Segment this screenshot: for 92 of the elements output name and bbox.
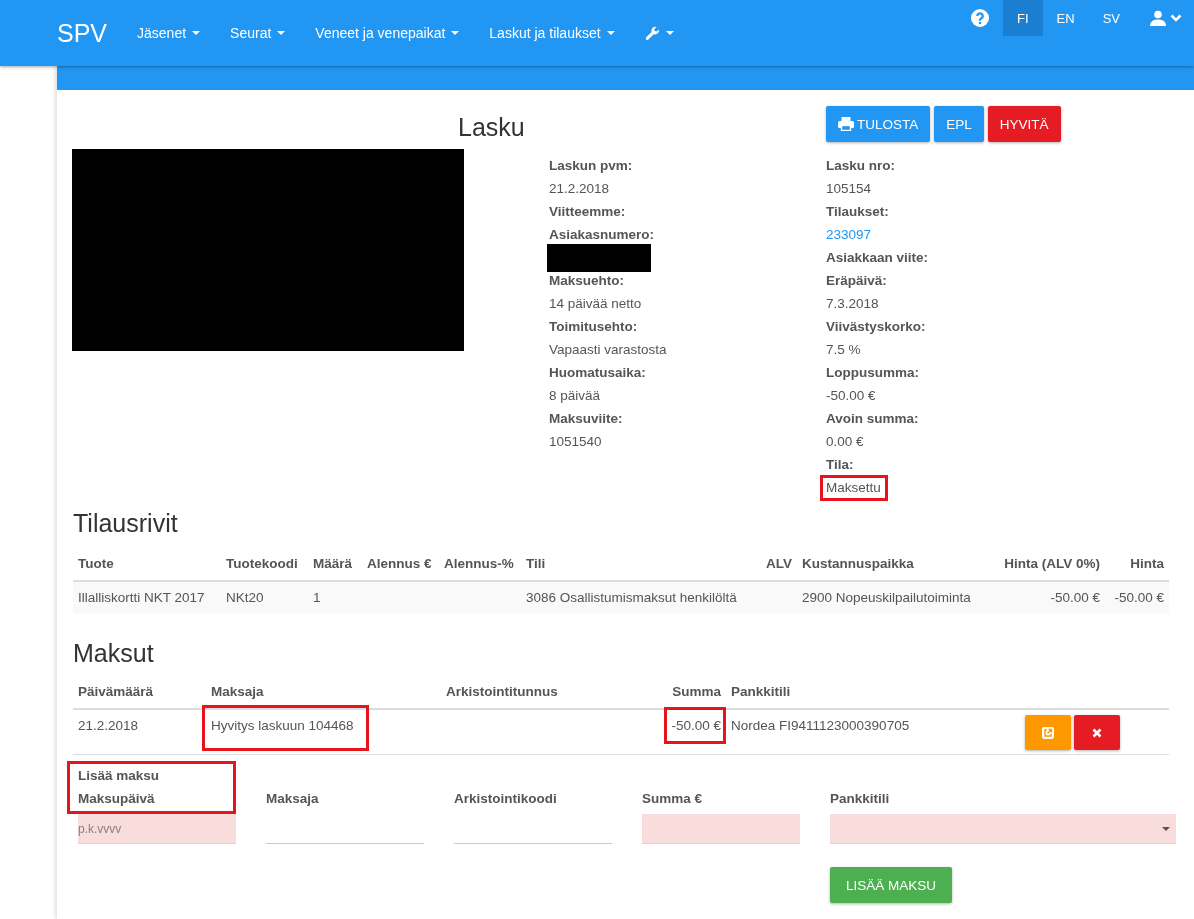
nav-menu[interactable]: Veneet ja venepaikat <box>300 0 475 66</box>
field-label: Maksuehto: <box>549 272 624 290</box>
wrench-icon <box>644 25 660 41</box>
field-label: Asiakasnumero: <box>549 226 655 244</box>
payment-amount: -50.00 € <box>671 718 721 733</box>
nav-menu[interactable]: Seurat <box>215 0 301 66</box>
field-label: Viivästyskorko: <box>826 318 926 336</box>
brand-link[interactable]: SPV <box>42 0 123 66</box>
payment-date: 21.2.2018 <box>78 718 139 734</box>
field-value: 8 päivää <box>549 387 601 405</box>
field-value: 105154 <box>826 180 872 198</box>
column-header: Arkistointitunnus <box>446 684 558 699</box>
caret-icon <box>192 31 201 35</box>
field-label: Pankkitili <box>830 791 890 806</box>
printer-icon <box>838 117 854 131</box>
chevron-down-icon <box>1170 14 1182 22</box>
caret-icon <box>606 31 615 35</box>
field-label: Huomatusaika: <box>549 364 646 382</box>
column-header: Alennus € <box>367 556 432 571</box>
caret-icon <box>277 31 286 35</box>
bank-account: Nordea FI9411123000390705 <box>731 718 910 734</box>
column-header: Määrä <box>313 556 353 571</box>
caret-icon <box>1162 826 1170 831</box>
column-header: ALV <box>766 556 792 571</box>
column-header: Maksaja <box>211 684 264 699</box>
external-link-icon <box>1042 726 1054 739</box>
field-value: 1051540 <box>549 433 602 451</box>
action-button[interactable]: HYVITÄ <box>987 106 1061 142</box>
field-value: 14 päivää netto <box>549 295 642 313</box>
field-label: Toimitusehto: <box>549 318 638 336</box>
page-title: Lasku <box>458 112 525 142</box>
field-label: Avoin summa: <box>826 410 919 428</box>
field-label: Summa € <box>642 791 703 806</box>
print-button[interactable]: TULOSTA <box>826 106 931 142</box>
help-icon[interactable] <box>971 9 990 27</box>
caret-icon <box>665 31 674 35</box>
field-value: 7.5 % <box>826 341 861 359</box>
column-header: Päivämäärä <box>78 684 154 699</box>
column-header: Summa <box>672 684 721 699</box>
field-label: Maksaja <box>266 791 319 806</box>
column-header: Tuote <box>78 556 114 571</box>
column-header: Kustannuspaikka <box>802 556 914 571</box>
field-label: Viitteemme: <box>549 203 626 221</box>
field-value: 21.2.2018 <box>549 180 610 198</box>
field-label: Tilaukset: <box>826 203 889 221</box>
open-button[interactable] <box>1025 715 1071 750</box>
select-field[interactable] <box>830 814 1176 844</box>
field-label: Maksuviite: <box>549 410 623 428</box>
action-button[interactable]: EPL <box>934 106 984 142</box>
nav-menu[interactable]: Jäsenet <box>122 0 216 66</box>
column-header: Hinta (ALV 0%) <box>1004 556 1100 571</box>
input-field[interactable]: p.k.vvvv <box>78 814 236 844</box>
delete-button[interactable] <box>1074 715 1120 750</box>
nav-menu[interactable]: Laskut ja tilaukset <box>474 0 630 66</box>
price: -50.00 € <box>1114 590 1164 605</box>
field-label: Asiakkaan viite: <box>826 249 929 267</box>
field-label: Loppusumma: <box>826 364 919 382</box>
payer-name: Hyvitys laskuun 104468 <box>211 718 354 733</box>
field-value: Vapaasti varastosta <box>549 341 667 359</box>
language-tab[interactable]: SV <box>1088 0 1134 36</box>
field-value: -50.00 € <box>826 387 876 405</box>
section-heading: Tilausrivit <box>73 508 178 538</box>
cost-center: 2900 Nopeuskilpailutoiminta <box>802 590 971 605</box>
language-tab[interactable]: FI <box>1003 0 1043 36</box>
section-heading: Maksut <box>73 638 154 668</box>
account-name: 3086 Osallistumismaksut henkilöltä <box>526 590 737 605</box>
form-heading: Lisää maksu <box>78 768 160 783</box>
field-value: 0.00 € <box>826 433 864 451</box>
column-header: Hinta <box>1130 556 1164 571</box>
close-icon <box>1092 727 1102 738</box>
column-header: Tuotekoodi <box>226 556 298 571</box>
field-value: Maksettu <box>826 480 881 495</box>
user-icon <box>1150 10 1166 26</box>
column-header: Pankkitili <box>731 684 791 699</box>
field-value: 7.3.2018 <box>826 295 879 313</box>
price-excl-vat: -50.00 € <box>1050 590 1100 605</box>
field-label: Maksupäivä <box>78 791 155 806</box>
column-header: Alennus-% <box>444 556 514 571</box>
language-tab[interactable]: EN <box>1042 0 1089 36</box>
field-label: Lasku nro: <box>826 157 895 175</box>
order-link[interactable]: 233097 <box>826 223 872 246</box>
product-code: NKt20 <box>226 590 264 605</box>
field-label: Tila: <box>826 456 854 474</box>
field-label: Eräpäivä: <box>826 272 887 290</box>
field-label: Arkistointikoodi <box>454 791 557 806</box>
caret-icon <box>451 31 460 35</box>
quantity: 1 <box>313 590 321 605</box>
product-name: Illalliskortti NKT 2017 <box>78 590 205 605</box>
field-label: Laskun pvm: <box>549 157 633 175</box>
add-payment-button[interactable]: LISÄÄ MAKSU <box>830 867 953 903</box>
input-field[interactable] <box>642 814 800 844</box>
column-header: Tili <box>526 556 546 571</box>
